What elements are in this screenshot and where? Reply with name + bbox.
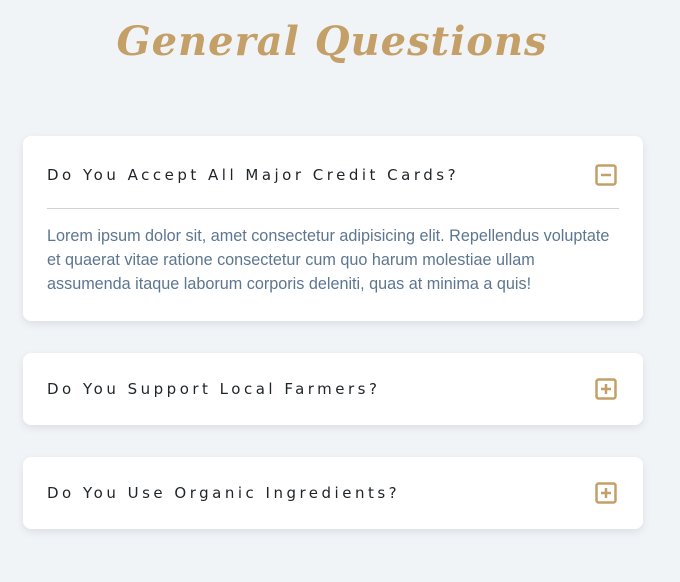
- plus-square-icon[interactable]: [595, 482, 617, 504]
- faq-question: Do You Use Organic Ingredients?: [47, 484, 401, 502]
- faq-answer: Lorem ipsum dolor sit, amet consectetur …: [47, 227, 610, 293]
- faq-question: Do You Accept All Major Credit Cards?: [47, 166, 460, 184]
- faq-question-row[interactable]: Do You Accept All Major Credit Cards?: [23, 136, 643, 214]
- faq-item-credit-cards: Do You Accept All Major Credit Cards? Lo…: [23, 136, 643, 321]
- faq-question: Do You Support Local Farmers?: [47, 380, 381, 398]
- faq-item-organic-ingredients: Do You Use Organic Ingredients?: [23, 457, 643, 529]
- minus-square-icon[interactable]: [595, 164, 617, 186]
- faq-item-local-farmers: Do You Support Local Farmers?: [23, 353, 643, 425]
- plus-square-icon[interactable]: [595, 378, 617, 400]
- faq-question-row[interactable]: Do You Use Organic Ingredients?: [23, 457, 643, 529]
- page-title: General Questions: [116, 18, 548, 65]
- faq-divider: [47, 208, 619, 209]
- faq-question-row[interactable]: Do You Support Local Farmers?: [23, 353, 643, 425]
